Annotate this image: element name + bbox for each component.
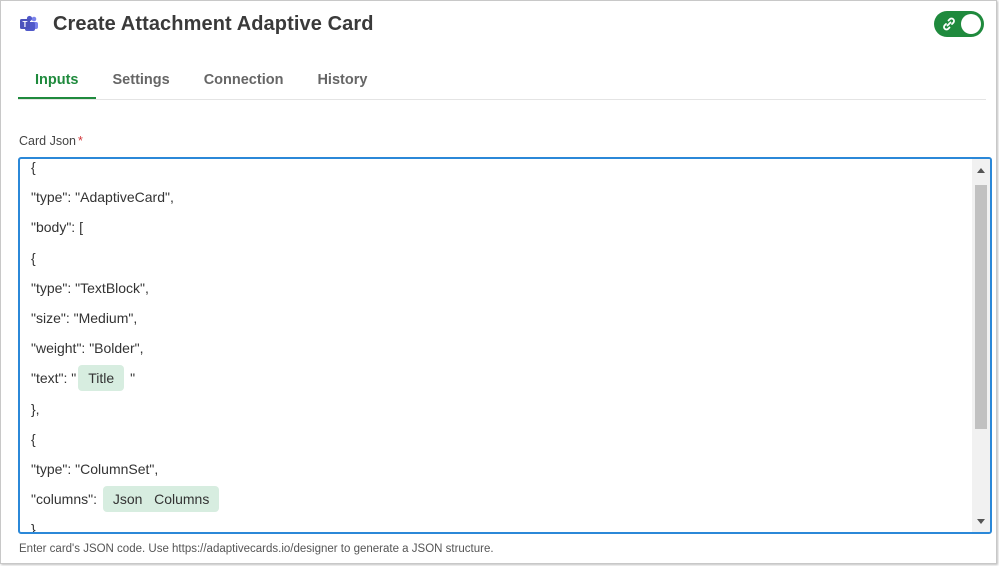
dialog-frame: T Create Attachment Adaptive Card Inputs…	[0, 0, 997, 564]
code-text: "type": "TextBlock",	[31, 279, 149, 296]
teams-icon: T	[19, 14, 39, 34]
connection-toggle[interactable]	[934, 11, 984, 37]
help-text: Enter card's JSON code. Use https://adap…	[19, 543, 494, 555]
scroll-up-icon[interactable]	[972, 161, 990, 179]
code-line: "body": [	[31, 212, 968, 242]
code-line: "type": "AdaptiveCard",	[31, 182, 968, 212]
code-line: {	[31, 424, 968, 454]
scrollbar-thumb[interactable]	[975, 185, 987, 429]
toggle-knob	[961, 14, 981, 34]
code-text: },	[31, 400, 40, 417]
code-text: }	[31, 521, 36, 534]
card-json-label-text: Card Json	[19, 134, 76, 148]
code-line: {	[31, 159, 968, 182]
code-line: "columns": Json Columns	[31, 484, 968, 514]
code-text: "weight": "Bolder",	[31, 340, 144, 357]
tab-settings[interactable]: Settings	[96, 63, 187, 99]
code-line: },	[31, 394, 968, 424]
code-text: "type": "ColumnSet",	[31, 460, 159, 477]
code-line: {	[31, 243, 968, 273]
svg-text:T: T	[23, 20, 28, 29]
code-line: "type": "ColumnSet",	[31, 454, 968, 484]
code-line: "type": "TextBlock",	[31, 273, 968, 303]
tab-bar: Inputs Settings Connection History	[18, 63, 986, 100]
tab-history[interactable]: History	[300, 63, 384, 99]
code-text: {	[31, 249, 36, 266]
card-json-editor[interactable]: { "type": "AdaptiveCard", "body": [ { "type"…	[18, 157, 992, 534]
code-text: {	[31, 159, 36, 175]
page-title: Create Attachment Adaptive Card	[53, 12, 374, 35]
code-text-suffix: "	[126, 370, 136, 387]
editor-scrollbar[interactable]	[972, 159, 990, 532]
tab-connection[interactable]: Connection	[187, 63, 301, 99]
code-text: "body": [	[31, 219, 83, 236]
code-line: "size": "Medium",	[31, 303, 968, 333]
code-line: "weight": "Bolder",	[31, 333, 968, 363]
scroll-down-icon[interactable]	[972, 512, 990, 530]
code-text: {	[31, 430, 36, 447]
card-json-label: Card Json *	[19, 134, 83, 148]
variable-chip[interactable]: Title	[78, 365, 125, 392]
required-mark: *	[77, 134, 83, 148]
code-text: "columns":	[31, 491, 101, 508]
code-text: "text": "	[31, 370, 77, 387]
header: T Create Attachment Adaptive Card	[19, 11, 374, 37]
editor-lines: { "type": "AdaptiveCard", "body": [ { "type"…	[31, 159, 968, 534]
code-text: "size": "Medium",	[31, 309, 138, 326]
variable-chip[interactable]: Json Columns	[102, 486, 220, 513]
link-icon	[941, 16, 957, 32]
code-text: "type": "AdaptiveCard",	[31, 189, 174, 206]
tab-inputs[interactable]: Inputs	[18, 63, 96, 99]
code-line: "text": " Title "	[31, 363, 968, 393]
code-line: }	[31, 514, 968, 534]
